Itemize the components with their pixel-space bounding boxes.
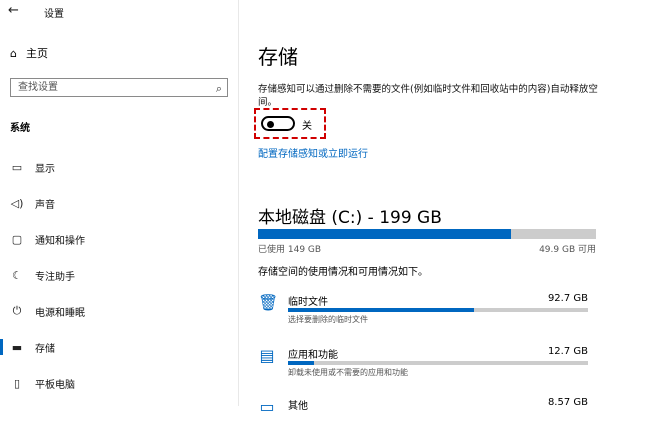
category-subtitle: 选择要删除的临时文件 <box>288 315 368 324</box>
storage-icon: ▬ <box>11 340 23 354</box>
category-bar <box>288 308 588 312</box>
sidebar-item-notifications[interactable]: ▢ 通知和操作 <box>0 229 238 249</box>
section-title: 系统 <box>10 123 30 134</box>
category-name: 应用和功能 <box>288 350 338 361</box>
category-size: 8.57 GB <box>547 397 588 408</box>
sidebar-item-label: 专注助手 <box>35 271 75 283</box>
category-bar-fill <box>288 308 474 312</box>
apps-icon: ▤ <box>259 346 275 365</box>
configure-storage-sense-link[interactable]: 配置存储感知或立即运行 <box>258 145 368 160</box>
category-size: 92.7 GB <box>547 293 588 304</box>
notification-icon: ▢ <box>11 232 23 246</box>
power-icon: ⏻ <box>12 304 22 317</box>
sidebar-item-label: 电源和睡眠 <box>35 307 85 319</box>
sidebar-item-tablet[interactable]: ▯ 平板电脑 <box>0 373 238 393</box>
tablet-icon: ▯ <box>13 376 21 390</box>
sidebar-item-label: 显示 <box>35 163 55 175</box>
moon-icon: ☾ <box>12 268 22 282</box>
sidebar-item-label: 存储 <box>35 343 55 355</box>
sidebar: ← 设置 ⌂ 主页 查找设置 ⌕ 系统 ▭ 显示 ◁) 声音 ▢ 通知和操作 ☾… <box>0 0 240 406</box>
category-name: 其他 <box>288 401 308 412</box>
trash-icon: 🗑 <box>258 293 279 312</box>
title-bar: ← 设置 <box>0 0 240 24</box>
highlight-box: 关 <box>254 108 326 139</box>
category-name: 临时文件 <box>288 297 328 308</box>
sidebar-item-label: 声音 <box>35 199 55 211</box>
sidebar-item-display[interactable]: ▭ 显示 <box>0 157 238 177</box>
category-bar-fill <box>288 361 314 365</box>
drive-available: 49.9 GB 可用 <box>539 245 596 255</box>
app-title: 设置 <box>44 9 64 20</box>
search-input[interactable]: 查找设置 ⌕ <box>10 78 228 97</box>
category-bar <box>288 361 588 365</box>
sidebar-item-storage[interactable]: ▬ 存储 <box>0 337 238 357</box>
folder-icon: ▭ <box>259 397 275 416</box>
toggle-knob <box>267 120 274 128</box>
sidebar-item-label: 通知和操作 <box>35 235 85 247</box>
category-subtitle: 卸载未使用或不需要的应用和功能 <box>288 368 408 377</box>
storage-sense-description: 存储感知可以通过删除不需要的文件(例如临时文件和回收站中的内容)自动释放空间。 <box>258 84 598 108</box>
toggle-state-label: 关 <box>302 121 312 132</box>
category-temp-files[interactable]: 🗑 临时文件 92.7 GB 选择要删除的临时文件 <box>258 293 598 333</box>
sidebar-divider <box>238 0 239 406</box>
home-icon: ⌂ <box>10 46 17 60</box>
sidebar-item-sound[interactable]: ◁) 声音 <box>0 193 238 213</box>
sidebar-item-power[interactable]: ⏻ 电源和睡眠 <box>0 301 238 321</box>
main-content: 存储 存储感知可以通过删除不需要的文件(例如临时文件和回收站中的内容)自动释放空… <box>254 0 638 416</box>
search-icon[interactable]: ⌕ <box>216 80 222 97</box>
sound-icon: ◁) <box>10 196 24 210</box>
sidebar-item-label: 平板电脑 <box>35 379 75 391</box>
storage-sense-toggle[interactable] <box>261 116 295 131</box>
back-arrow-icon[interactable]: ← <box>8 3 19 18</box>
usage-note: 存储空间的使用情况和可用情况如下。 <box>258 267 428 278</box>
drive-used: 已使用 149 GB <box>258 245 322 255</box>
display-icon: ▭ <box>11 160 23 174</box>
drive-usage-bar <box>258 229 596 239</box>
drive-usage-fill <box>258 229 512 239</box>
category-size: 12.7 GB <box>547 346 588 357</box>
drive-title: 本地磁盘 (C:) - 199 GB <box>258 208 442 228</box>
search-placeholder: 查找设置 <box>18 82 58 93</box>
category-other[interactable]: ▭ 其他 8.57 GB <box>258 397 598 437</box>
category-apps[interactable]: ▤ 应用和功能 12.7 GB 卸载未使用或不需要的应用和功能 <box>258 346 598 386</box>
sidebar-item-focus-assist[interactable]: ☾ 专注助手 <box>0 265 238 285</box>
nav-home[interactable]: ⌂ 主页 <box>10 45 48 61</box>
nav-home-label: 主页 <box>25 47 48 60</box>
page-title: 存储 <box>258 45 298 69</box>
